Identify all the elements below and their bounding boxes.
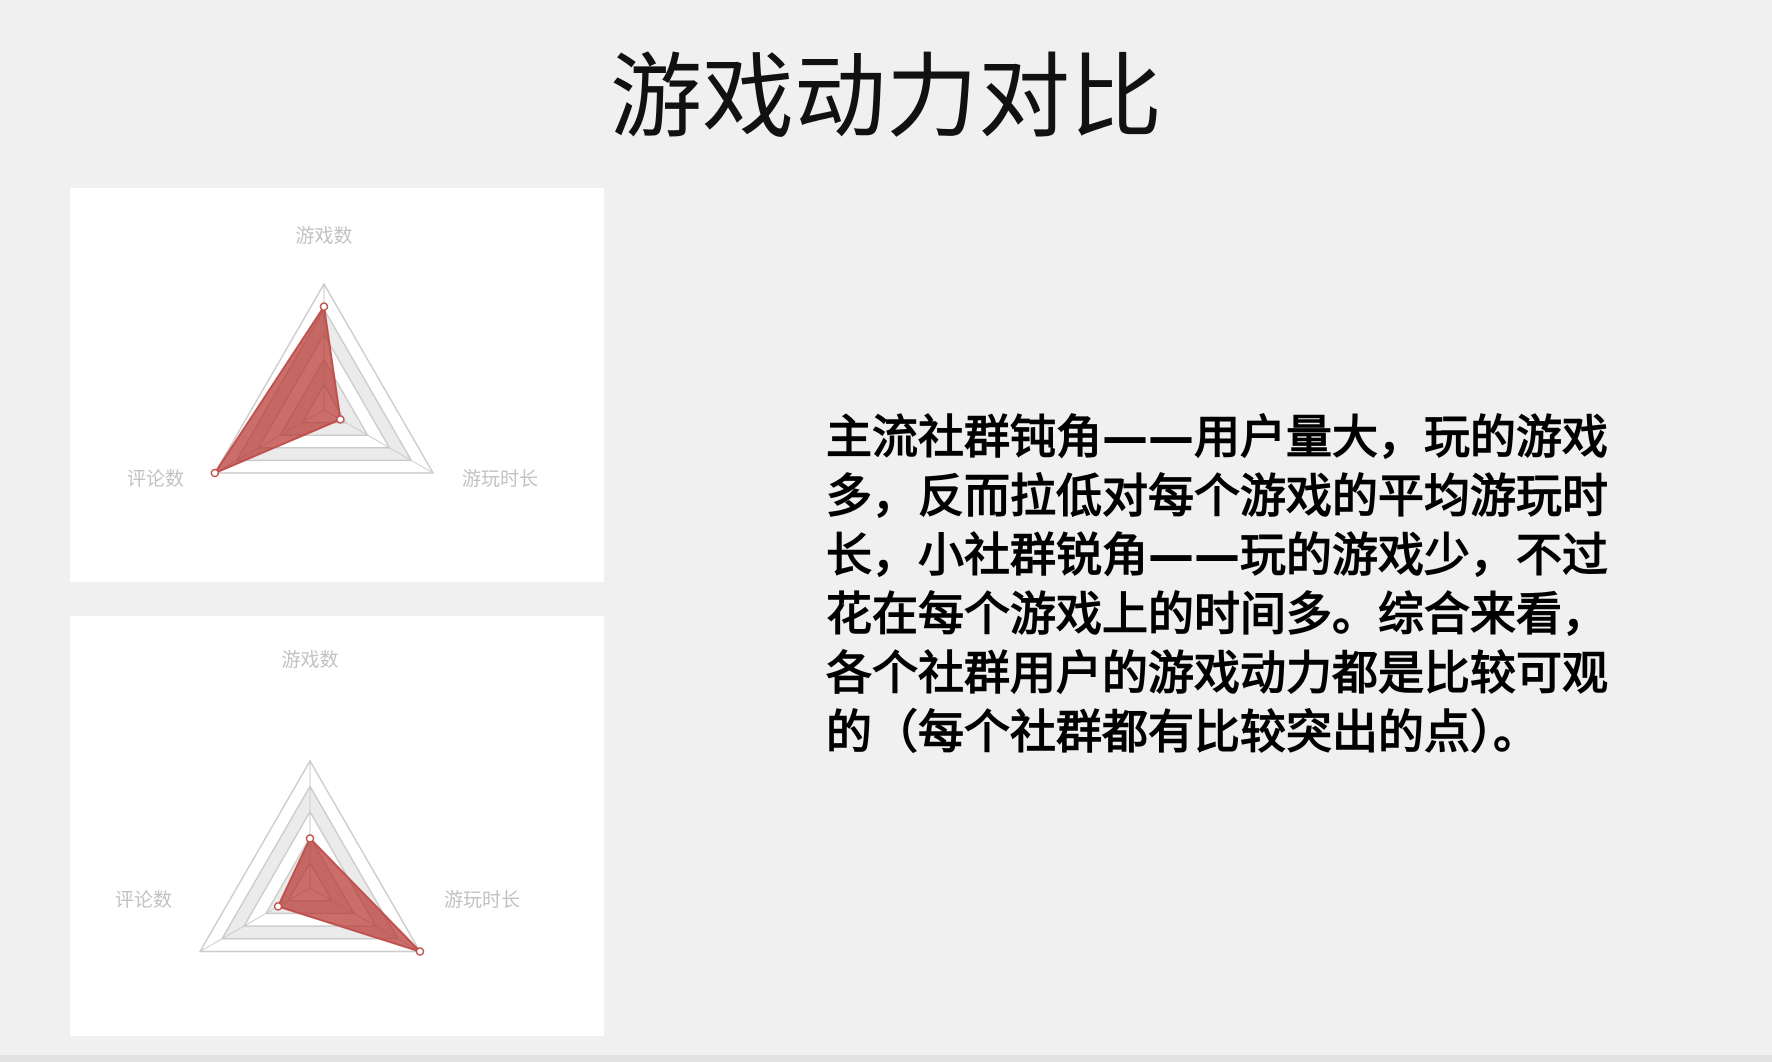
radar-point-游玩时长 bbox=[336, 415, 345, 424]
radar-axis-label: 游戏数 bbox=[281, 649, 338, 671]
bottom-divider bbox=[0, 1055, 1772, 1062]
radar-chart-panel-bottom: 游戏数游玩时长 评论数 bbox=[70, 616, 604, 1036]
radar-axis-label: 评论数 bbox=[127, 468, 184, 490]
radar-point-游戏数 bbox=[305, 834, 315, 843]
radar-chart-bottom: 游戏数游玩时长 评论数 bbox=[115, 649, 520, 956]
analysis-text: 主流社群钝角——用户量大，玩的游戏多，反而拉低对每个游戏的平均游玩时长，小社群锐… bbox=[826, 410, 1608, 759]
page-title: 游戏动力对比 bbox=[609, 44, 1162, 151]
radar-axis-label: 评论数 bbox=[115, 889, 172, 911]
radar-point-游戏数 bbox=[319, 302, 329, 311]
radar-point-游玩时长 bbox=[415, 947, 425, 956]
radar-point-评论数 bbox=[210, 468, 220, 478]
radar-axis-label: 游玩时长 bbox=[444, 889, 520, 911]
radar-chart-panel-top: 游戏数游玩时长 评论数 bbox=[70, 188, 604, 582]
radar-axis-label: 游玩时长 bbox=[462, 468, 538, 490]
radar-chart-top: 游戏数游玩时长 评论数 bbox=[127, 225, 538, 490]
radar-axis-label: 游戏数 bbox=[295, 225, 352, 247]
radar-point-评论数 bbox=[273, 902, 283, 911]
